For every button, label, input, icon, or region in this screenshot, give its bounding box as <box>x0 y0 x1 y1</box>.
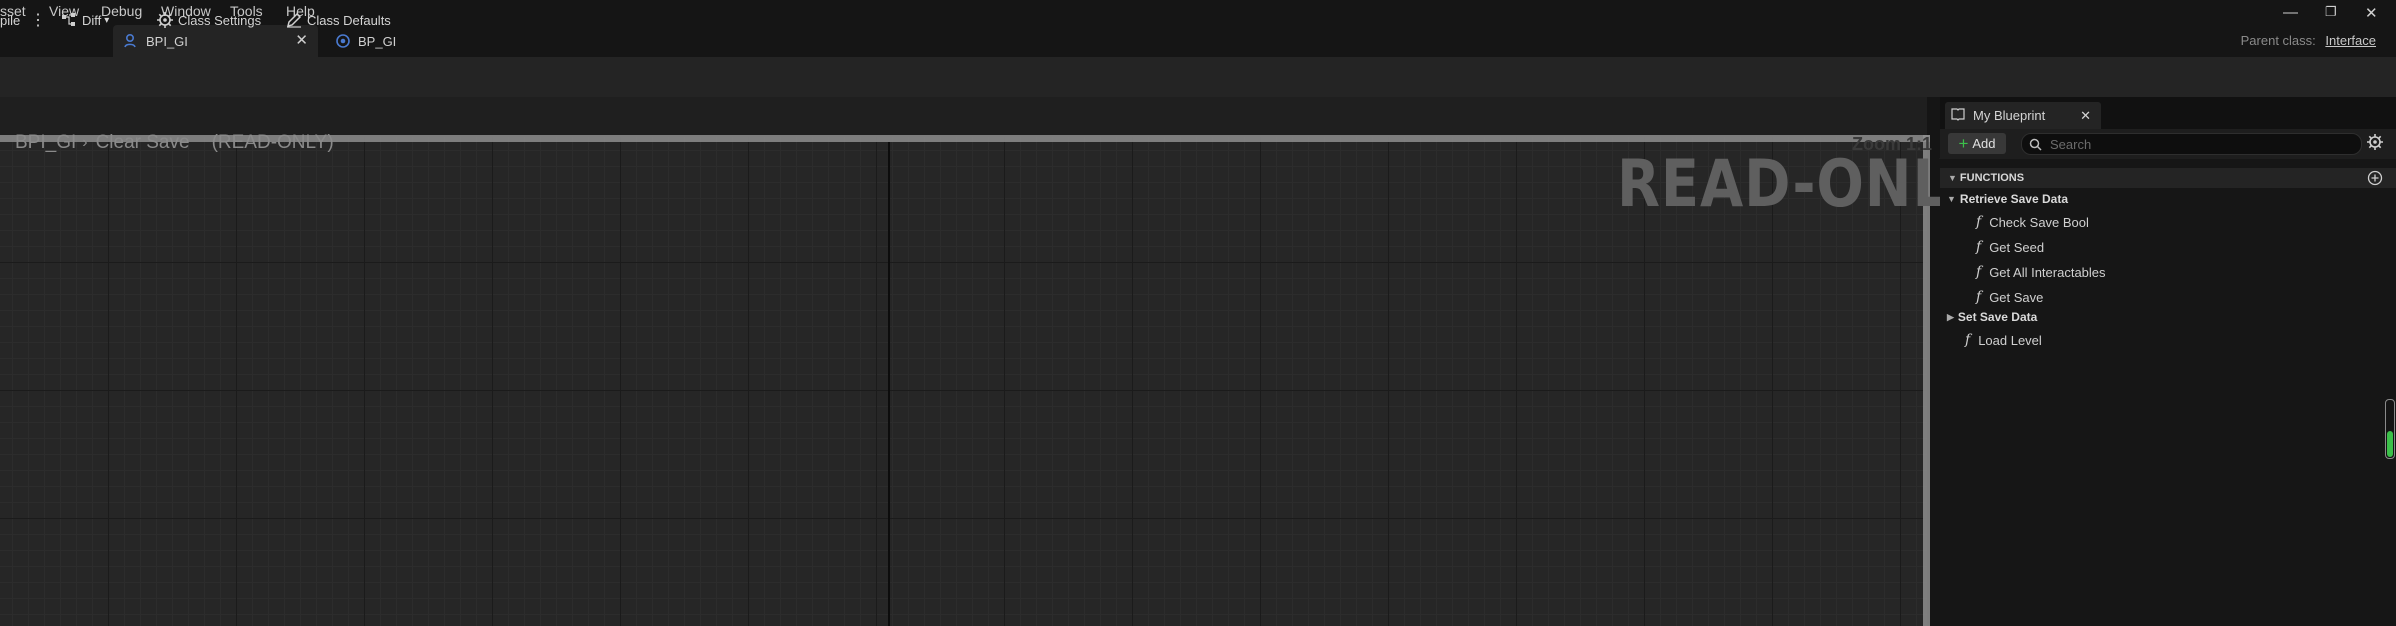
category-label: Retrieve Save Data <box>1959 192 2068 206</box>
add-function-icon[interactable] <box>2367 170 2383 189</box>
my-blueprint-tab[interactable]: My Blueprint ✕ <box>1945 102 2101 129</box>
function-label: Load Level <box>1978 332 2042 348</box>
breadcrumb-mode: (READ-ONLY) <box>211 132 334 153</box>
diff-icon <box>62 13 75 26</box>
diff-label: Diff <box>82 12 102 28</box>
compile-button[interactable]: pile <box>0 0 20 40</box>
function-label: Check Save Bool <box>1989 214 2089 230</box>
minimize-icon[interactable]: — <box>2283 4 2298 21</box>
function-label: Get Seed <box>1989 239 2045 255</box>
close-window-icon[interactable]: ✕ <box>2365 4 2378 22</box>
function-item[interactable]: f Get All Interactables <box>1976 264 2106 280</box>
function-icon: f <box>1965 332 1971 348</box>
breadcrumb: BPI_GI › Clear Save (READ-ONLY) <box>15 132 334 154</box>
category-set-save-data[interactable]: ▶ Set Save Data <box>1947 310 2037 324</box>
parent-class-link[interactable]: Interface <box>2325 33 2376 48</box>
scroll-indicator[interactable] <box>2385 399 2395 459</box>
caret-right-icon: ▶ <box>1947 311 1954 322</box>
toolbar <box>0 57 2396 97</box>
class-defaults-label: Class Defaults <box>307 12 391 28</box>
restore-icon[interactable]: ❐ <box>2325 4 2337 20</box>
add-label: Add <box>1972 136 1996 151</box>
function-icon: f <box>1976 264 1982 280</box>
caret-down-icon: ▼ <box>1947 194 1956 204</box>
diff-button[interactable]: Diff ▾ <box>60 0 109 40</box>
chevron-right-icon: › <box>82 134 88 151</box>
blueprint-interface-icon <box>122 32 140 50</box>
functions-section-header[interactable]: ▼ FUNCTIONS <box>1940 168 2396 188</box>
read-only-watermark: READ-ONLY <box>1617 147 1982 222</box>
function-item[interactable]: f Get Save <box>1976 289 2043 305</box>
compile-label: pile <box>0 12 21 28</box>
pencil-icon <box>286 12 302 28</box>
breadcrumb-current[interactable]: Clear Save <box>96 132 190 154</box>
function-item[interactable]: f Get Seed <box>1976 239 2044 255</box>
graph-header <box>0 97 1927 137</box>
caret-down-icon: ▼ <box>1948 173 1957 183</box>
category-label: Set Save Data <box>1957 310 2038 324</box>
gear-icon <box>157 12 173 28</box>
class-defaults-button[interactable]: Class Defaults <box>285 0 391 40</box>
function-label: Get Save <box>1989 289 2044 305</box>
chevron-down-icon: ▾ <box>104 14 110 26</box>
breadcrumb-root[interactable]: BPI_GI <box>15 132 76 154</box>
add-button[interactable]: + Add <box>1948 133 2006 154</box>
more-options-icon[interactable]: ⋮ <box>30 0 46 40</box>
function-icon: f <box>1976 239 1982 255</box>
parent-class: Parent class: Interface <box>2241 33 2376 48</box>
function-item[interactable]: f Check Save Bool <box>1976 214 2089 230</box>
function-label: Get All Interactables <box>1989 264 2106 280</box>
panel-tab-label: My Blueprint <box>1973 108 2046 123</box>
scroll-indicator-fill <box>2387 431 2393 457</box>
search-box[interactable] <box>2021 133 2362 155</box>
close-icon[interactable]: ✕ <box>2080 108 2091 124</box>
function-icon: f <box>1976 214 1982 230</box>
book-icon <box>1951 107 1965 124</box>
search-input[interactable] <box>2048 135 2342 153</box>
parent-class-label: Parent class: <box>2240 33 2316 48</box>
function-item[interactable]: f Load Level <box>1965 332 2042 348</box>
class-settings-label: Class Settings <box>178 12 262 28</box>
graph-axis-line <box>888 142 890 626</box>
plus-icon: + <box>1958 134 1969 153</box>
settings-gear-icon[interactable] <box>2366 133 2384 154</box>
functions-header-label: FUNCTIONS <box>1959 172 2025 184</box>
function-icon: f <box>1976 289 1982 305</box>
search-icon <box>2029 138 2042 151</box>
class-settings-button[interactable]: Class Settings <box>156 0 261 40</box>
category-retrieve-save-data[interactable]: ▼ Retrieve Save Data <box>1947 192 2068 206</box>
